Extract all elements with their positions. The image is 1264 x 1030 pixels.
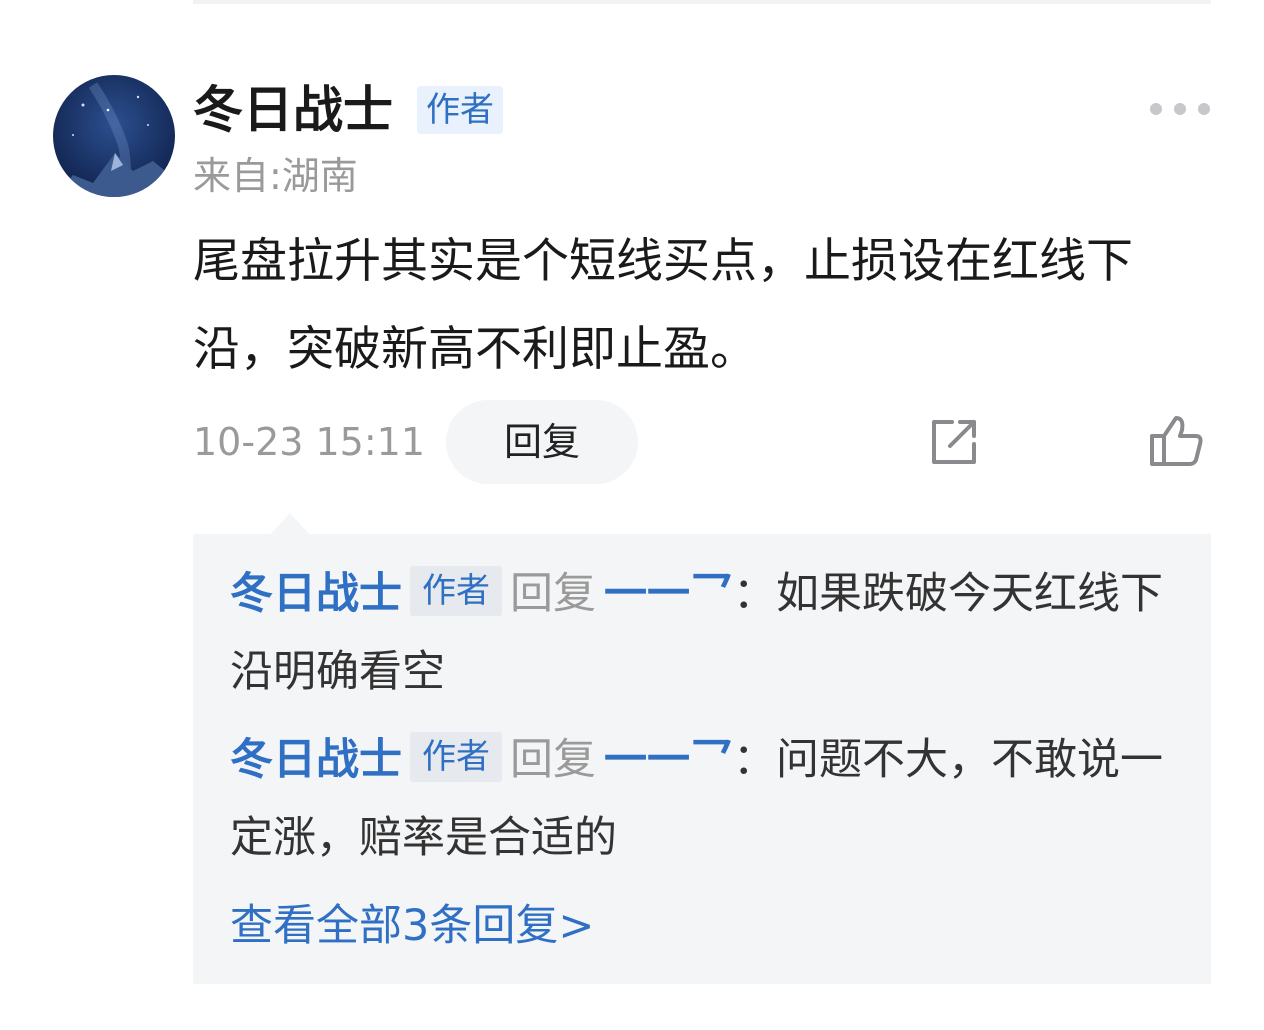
reply-author[interactable]: 冬日战士 — [230, 735, 402, 785]
reply-author-badge: 作者 — [410, 566, 502, 616]
comment-text: 尾盘拉升其实是个短线买点，止损设在红线下沿，突破新高不利即止盈。 — [193, 234, 1133, 377]
replies-pointer — [270, 513, 310, 535]
reply-target[interactable]: 一一乛 — [604, 735, 733, 785]
more-dot — [1150, 103, 1162, 115]
view-all-replies-link[interactable]: 查看全部3条回复> — [230, 896, 594, 956]
reply-button[interactable]: 回复 — [446, 400, 638, 484]
reply-item[interactable]: 冬日战士 作者 回复 一一乛：问题不大，不敢说一定涨，赔率是合适的 — [230, 721, 1170, 877]
reply-item[interactable]: 冬日战士 作者 回复 一一乛：如果跌破今天红线下沿明确看空 — [230, 555, 1170, 711]
top-divider — [193, 0, 1211, 4]
share-icon[interactable] — [926, 414, 982, 470]
more-dot — [1198, 103, 1210, 115]
author-badge: 作者 — [417, 86, 503, 134]
reply-verb: 回复 — [510, 735, 596, 785]
more-icon[interactable] — [1150, 96, 1210, 122]
reply-verb: 回复 — [510, 569, 596, 619]
location-label: 来自:湖南 — [193, 154, 358, 198]
reply-author-badge: 作者 — [410, 732, 502, 782]
like-icon[interactable] — [1146, 410, 1206, 470]
reply-author[interactable]: 冬日战士 — [230, 569, 402, 619]
avatar[interactable] — [53, 75, 175, 197]
author-name[interactable]: 冬日战士 — [193, 78, 393, 142]
reply-target[interactable]: 一一乛 — [604, 569, 733, 619]
more-dot — [1174, 103, 1186, 115]
replies-box: 冬日战士 作者 回复 一一乛：如果跌破今天红线下沿明确看空 冬日战士 作者 回复 一一乛：问… — [193, 534, 1211, 984]
comment-timestamp: 10-23 15:11 — [193, 420, 426, 464]
